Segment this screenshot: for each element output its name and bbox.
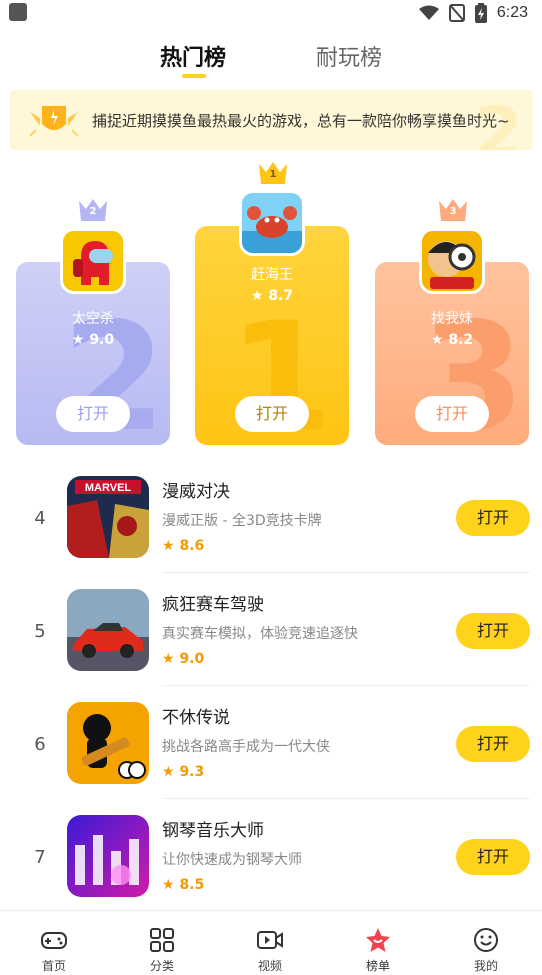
game-rating: ★ 8.5 (162, 877, 205, 893)
status-bar: 6:23 (0, 0, 542, 26)
rank-number: 5 (34, 621, 46, 642)
open-button[interactable]: 打开 (56, 396, 130, 432)
active-tab-indicator (182, 74, 206, 78)
nav-label: 分类 (149, 959, 174, 973)
notification-icon (9, 3, 27, 21)
star-icon: ★ (430, 332, 449, 348)
piano-tiles-icon[interactable] (67, 815, 149, 897)
nav-label: 榜单 (365, 959, 390, 973)
tab-endurance-ranking[interactable]: 耐玩榜 (316, 40, 382, 72)
nav-item-ranking[interactable]: 榜单 (324, 911, 432, 975)
list-item[interactable]: 5 疯狂赛车驾驶 真实赛车模拟，体验竞速追逐快 ★ 9.0 打开 (0, 587, 542, 700)
podium-game-rating: ★ 8.7 (250, 288, 294, 304)
game-description: 挑战各路高手成为一代大侠 (162, 739, 330, 755)
divider (162, 798, 530, 799)
ranking-star-icon (366, 928, 390, 952)
nav-item-category[interactable]: 分类 (108, 911, 216, 975)
list-item[interactable]: 4 MARVEL 漫威对决 漫威正版 - 全3D竞技卡牌 ★ 8.6 打开 (0, 474, 542, 587)
star-icon: ★ (162, 538, 180, 554)
game-description: 真实赛车模拟，体验竞速追逐快 (162, 626, 358, 642)
star-icon: ★ (250, 288, 269, 304)
grid-icon (150, 928, 174, 952)
open-button[interactable]: 打开 (456, 500, 530, 536)
game-title: 钢琴音乐大师 (162, 821, 264, 841)
stickman-icon[interactable] (67, 702, 149, 784)
battery-charging-icon (474, 3, 487, 23)
rank-number: 4 (34, 508, 46, 529)
rank-number: 7 (34, 847, 46, 868)
tab-hot-ranking[interactable]: 热门榜 (160, 40, 226, 72)
game-rating: ★ 9.0 (162, 651, 205, 667)
divider (162, 572, 530, 573)
smiley-icon (474, 928, 498, 952)
podium-game-name: 太空杀 (72, 311, 114, 327)
crown-rank-2-icon: 2 (77, 197, 109, 223)
no-signal-icon (448, 4, 465, 22)
nav-item-home[interactable]: 首页 (0, 911, 108, 975)
podium-game-name: 赶海王 (251, 267, 293, 283)
status-time: 6:23 (496, 4, 528, 21)
nav-label: 视频 (257, 959, 282, 973)
nav-item-video[interactable]: 视频 (216, 911, 324, 975)
open-button[interactable]: 打开 (456, 726, 530, 762)
podium-game-rating: ★ 8.2 (430, 332, 474, 348)
divider (162, 685, 530, 686)
star-icon: ★ (162, 877, 180, 893)
ranking-tabs: 热门榜 耐玩榜 (0, 40, 542, 84)
svg-text:MARVEL: MARVEL (85, 482, 132, 494)
list-item[interactable]: 6 不休传说 挑战各路高手成为一代大侠 ★ 9.3 打开 (0, 700, 542, 813)
nav-item-mine[interactable]: 我的 (432, 911, 540, 975)
open-button[interactable]: 打开 (456, 613, 530, 649)
star-icon: ★ (162, 764, 180, 780)
crab-game-icon[interactable] (239, 190, 305, 256)
crewmate-icon[interactable] (60, 228, 126, 294)
banner-text: 捕捉近期摸摸鱼最热最火的游戏，总有一款陪你畅享摸鱼时光~ (92, 112, 510, 130)
rank-number: 6 (34, 734, 46, 755)
ranking-banner: 2 捕捉近期摸摸鱼最热最火的游戏，总有一款陪你畅享摸鱼时光~ (10, 90, 533, 150)
open-button[interactable]: 打开 (456, 839, 530, 875)
star-icon: ★ (162, 651, 180, 667)
game-description: 让你快速成为钢琴大师 (162, 852, 302, 868)
nav-label: 我的 (473, 959, 498, 973)
game-title: 疯狂赛车驾驶 (162, 595, 264, 615)
game-description: 漫威正版 - 全3D竞技卡牌 (162, 513, 322, 529)
crown-rank-1-icon: 1 (257, 160, 289, 186)
game-rating: ★ 8.6 (162, 538, 205, 554)
podium-card-rank-1[interactable]: 1 赶海王 ★ 8.7 打开 (195, 226, 349, 453)
podium-game-name: 找我妹 (431, 311, 473, 327)
game-title: 漫威对决 (162, 482, 230, 502)
marvel-icon[interactable]: MARVEL (67, 476, 149, 558)
nav-label: 首页 (41, 959, 66, 973)
open-button[interactable]: 打开 (415, 396, 489, 432)
podium-game-rating: ★ 9.0 (71, 332, 115, 348)
open-button[interactable]: 打开 (235, 396, 309, 432)
crown-rank-3-icon: 3 (437, 197, 469, 223)
game-rating: ★ 9.3 (162, 764, 205, 780)
star-icon: ★ (71, 332, 90, 348)
game-title: 不休传说 (162, 708, 230, 728)
bottom-navigation: 首页 分类 视频 榜单 我的 (0, 910, 542, 975)
magnifier-boy-icon[interactable] (419, 228, 485, 294)
trophy-badge-icon (29, 106, 79, 137)
wifi-icon (418, 5, 439, 20)
status-icons: 6:23 (418, 2, 528, 24)
video-icon (257, 931, 283, 949)
gamepad-icon (41, 932, 67, 949)
racing-car-icon[interactable] (67, 589, 149, 671)
